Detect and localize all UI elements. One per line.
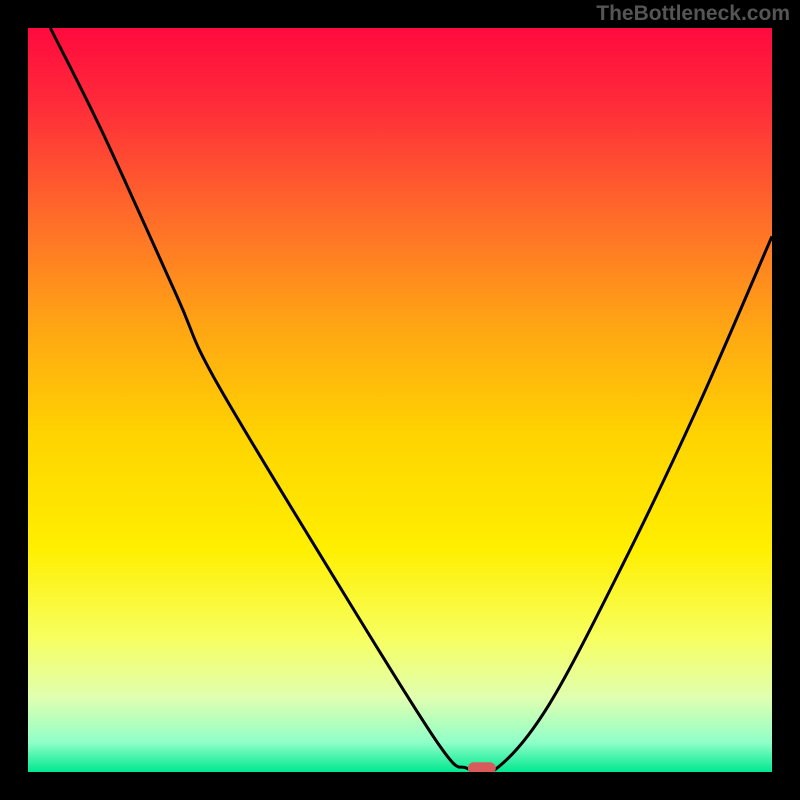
watermark-text: TheBottleneck.com — [596, 2, 790, 26]
chart-svg — [28, 28, 772, 772]
optimal-marker — [468, 762, 496, 772]
plot-area — [28, 28, 772, 772]
chart-background — [28, 28, 772, 772]
